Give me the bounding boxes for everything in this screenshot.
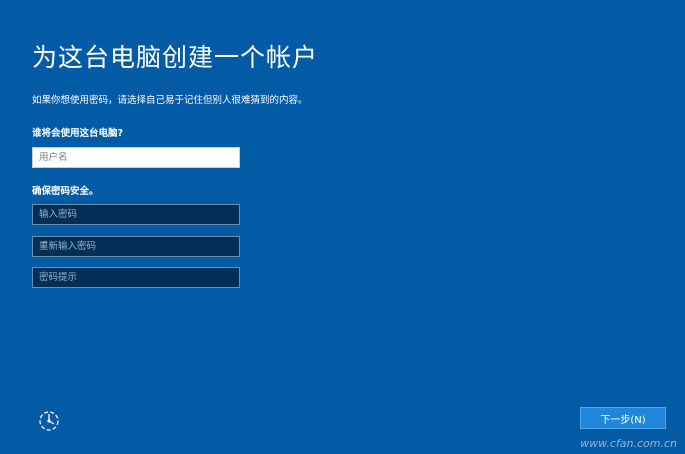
page-title: 为这台电脑创建一个帐户	[32, 43, 319, 72]
ease-of-access-icon[interactable]	[37, 409, 61, 433]
password-input[interactable]	[32, 204, 240, 225]
confirm-password-input[interactable]	[32, 236, 240, 257]
secure-password-label: 确保密码安全。	[32, 186, 99, 197]
password-advice-text: 如果你想使用密码，请选择自己易于记住但别人很难猜到的内容。	[32, 95, 308, 106]
username-input[interactable]	[32, 147, 240, 168]
password-hint-input[interactable]	[32, 267, 240, 288]
next-button[interactable]: 下一步(N)	[580, 407, 666, 429]
watermark: www.cfan.com.cn	[580, 437, 677, 450]
who-will-use-label: 谁将会使用这台电脑?	[32, 128, 124, 139]
